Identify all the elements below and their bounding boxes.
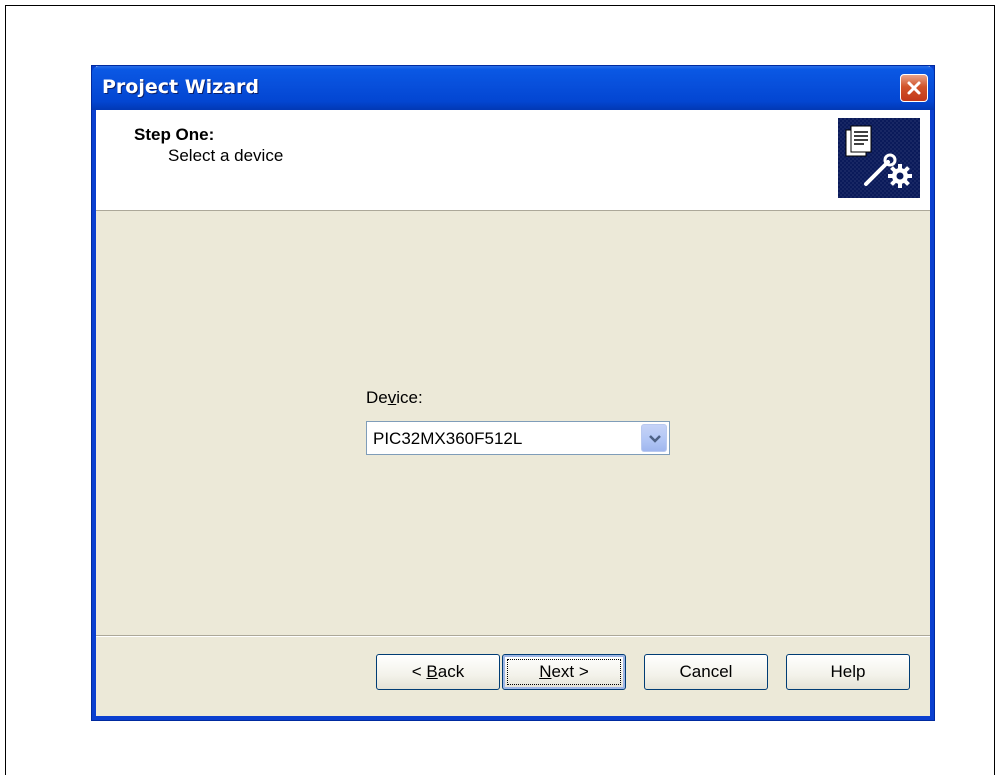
window-title: Project Wizard bbox=[102, 76, 260, 98]
next-button[interactable]: Next > bbox=[502, 654, 626, 690]
wizard-header: Step One: Select a device bbox=[96, 110, 930, 211]
device-label: Device: bbox=[366, 388, 423, 407]
device-select-value: PIC32MX360F512L bbox=[373, 429, 523, 448]
footer-separator bbox=[96, 635, 930, 637]
device-select[interactable]: PIC32MX360F512L bbox=[366, 421, 670, 455]
focus-rectangle bbox=[507, 659, 621, 685]
chevron-down-icon bbox=[649, 435, 661, 443]
help-button[interactable]: Help bbox=[786, 654, 910, 690]
project-wizard-dialog: Project Wizard Step One: Select a device bbox=[92, 66, 934, 720]
device-dropdown-button[interactable] bbox=[641, 424, 667, 452]
close-icon bbox=[907, 81, 921, 95]
step-title: Step One: bbox=[134, 125, 215, 144]
back-button[interactable]: < Back bbox=[376, 654, 500, 690]
title-bar[interactable]: Project Wizard bbox=[92, 66, 934, 110]
wizard-icon bbox=[838, 118, 920, 198]
close-button[interactable] bbox=[900, 74, 928, 102]
step-subtitle: Select a device bbox=[168, 146, 284, 165]
cancel-button[interactable]: Cancel bbox=[644, 654, 768, 690]
